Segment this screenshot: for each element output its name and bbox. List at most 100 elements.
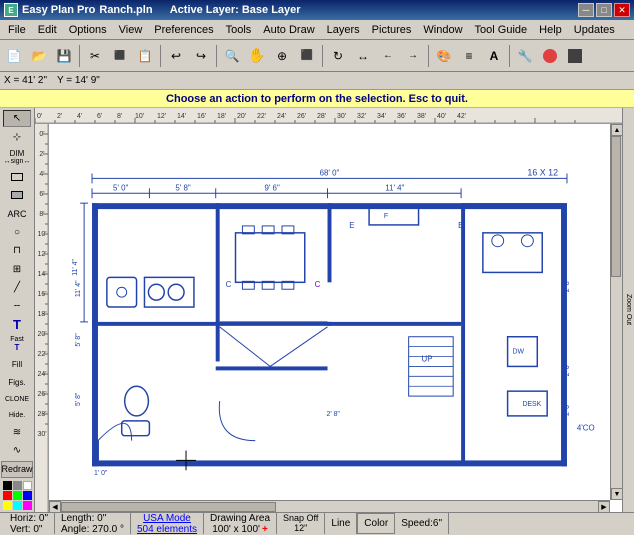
menu-toolguide[interactable]: Tool Guide <box>469 22 534 38</box>
tb-node[interactable]: ⬛ <box>295 44 319 68</box>
title-bar: E Easy Plan Pro Ranch.pln Active Layer: … <box>0 0 634 20</box>
zoom-label: Zoom Out <box>625 294 632 325</box>
tool-text[interactable]: T <box>3 316 31 333</box>
menu-options[interactable]: Options <box>63 22 113 38</box>
tb-pattern[interactable]: ≡ <box>457 44 481 68</box>
svg-text:18': 18' <box>217 113 226 120</box>
tool-fill[interactable]: Fill <box>3 356 31 373</box>
tool-hatch[interactable]: ≋ <box>3 424 31 441</box>
scroll-h-track[interactable] <box>61 502 598 512</box>
color-yellow[interactable] <box>3 501 12 510</box>
tb-save[interactable]: 💾 <box>52 44 76 68</box>
tb-select[interactable]: ⊕ <box>270 44 294 68</box>
tb-color[interactable]: 🎨 <box>432 44 456 68</box>
svg-text:5' 8": 5' 8" <box>75 333 82 347</box>
tool-hide[interactable]: Hide. <box>3 408 31 423</box>
zoom-sidebar[interactable]: Zoom Out <box>622 108 634 512</box>
status-horiz: Horiz: 0" <box>10 513 48 524</box>
tool-freehand[interactable]: ∿ <box>3 442 31 459</box>
tool-line[interactable]: ╱ <box>3 279 31 296</box>
hint-message: Choose an action to perform on the selec… <box>166 93 468 105</box>
tool-select-arrow[interactable]: ↖ <box>3 110 31 127</box>
tool-circle[interactable]: ○ <box>3 224 31 241</box>
tb-left[interactable]: ← <box>376 44 400 68</box>
status-usa-mode[interactable]: USA Mode 504 elements <box>131 513 204 534</box>
svg-text:E: E <box>349 221 354 230</box>
scroll-v-track[interactable] <box>611 136 621 488</box>
file-name: Ranch.pln <box>99 4 152 16</box>
tb-text[interactable]: A <box>482 44 506 68</box>
tool-rect-open[interactable] <box>3 168 31 185</box>
tb-pan[interactable]: ✋ <box>245 44 269 68</box>
color-green[interactable] <box>13 491 22 500</box>
menu-edit[interactable]: Edit <box>32 22 63 38</box>
color-gray[interactable] <box>13 481 22 490</box>
tb-new[interactable]: 📄 <box>2 44 26 68</box>
menu-tools[interactable]: Tools <box>220 22 258 38</box>
tb-grid[interactable] <box>563 44 587 68</box>
scroll-left-button[interactable]: ◀ <box>49 501 61 513</box>
menu-layers[interactable]: Layers <box>321 22 366 38</box>
close-button[interactable]: ✕ <box>614 3 630 17</box>
tool-dim[interactable]: DIM↔sign↔ <box>3 147 31 167</box>
scroll-down-button[interactable]: ▼ <box>611 488 622 500</box>
svg-text:16 X 12: 16 X 12 <box>527 167 558 177</box>
color-white[interactable] <box>23 481 32 490</box>
tb-flip[interactable]: ↔ <box>351 44 375 68</box>
drawing-canvas[interactable]: 68' 0" 5' 0" 5' 8" 9' 6" 11' 4" <box>49 124 610 500</box>
scroll-up-button[interactable]: ▲ <box>611 124 622 136</box>
tool-dashed-line[interactable]: ╌ <box>3 297 31 314</box>
tool-fast-text[interactable]: FastT <box>3 334 31 354</box>
tb-cut[interactable]: ✂ <box>83 44 107 68</box>
menu-view[interactable]: View <box>113 22 149 38</box>
snap-size: 12" <box>294 523 307 533</box>
tb-rotate[interactable]: ↻ <box>326 44 350 68</box>
scroll-h-thumb[interactable] <box>61 502 276 512</box>
tb-snap[interactable] <box>538 44 562 68</box>
menu-window[interactable]: Window <box>417 22 468 38</box>
tool-window[interactable]: ⊞ <box>3 260 31 277</box>
tool-figs[interactable]: Figs. <box>3 374 31 391</box>
minimize-button[interactable]: ─ <box>578 3 594 17</box>
tool-redraw[interactable]: Redraw <box>1 461 33 478</box>
hint-bar: Choose an action to perform on the selec… <box>0 90 634 108</box>
menu-autodraw[interactable]: Auto Draw <box>257 22 320 38</box>
tool-rect-solid[interactable] <box>3 187 31 204</box>
tb-settings[interactable]: 🔧 <box>513 44 537 68</box>
canvas-area[interactable]: 0' 2' 4' 6' 8' 10' 12' 14' 16' 18' 20' 2… <box>35 108 622 512</box>
color-black[interactable] <box>3 481 12 490</box>
svg-text:4'CO: 4'CO <box>577 424 595 433</box>
tb-redo[interactable]: ↪ <box>189 44 213 68</box>
tool-select-cross[interactable]: ⊹ <box>3 128 31 145</box>
tool-arc[interactable]: ARC <box>3 205 31 222</box>
menu-updates[interactable]: Updates <box>568 22 621 38</box>
tb-zoom[interactable]: 🔍 <box>220 44 244 68</box>
floor-plan-svg: 68' 0" 5' 0" 5' 8" 9' 6" 11' 4" <box>49 124 610 500</box>
tool-clone[interactable]: CLONE <box>3 392 31 407</box>
tool-door[interactable]: ⊓ <box>3 242 31 259</box>
vertical-scrollbar[interactable]: ▲ ▼ <box>610 124 622 500</box>
tb-right[interactable]: → <box>401 44 425 68</box>
maximize-button[interactable]: □ <box>596 3 612 17</box>
svg-text:42': 42' <box>457 113 466 120</box>
menu-help[interactable]: Help <box>533 22 568 38</box>
tb-paste[interactable]: 📋 <box>133 44 157 68</box>
color-red[interactable] <box>3 491 12 500</box>
color-grid <box>3 481 32 510</box>
horizontal-scrollbar[interactable]: ◀ ▶ <box>49 500 610 512</box>
color-blue[interactable] <box>23 491 32 500</box>
svg-text:2': 2' <box>57 113 62 120</box>
menu-pictures[interactable]: Pictures <box>366 22 418 38</box>
tb-undo[interactable]: ↩ <box>164 44 188 68</box>
status-color-btn[interactable]: Color <box>357 513 395 534</box>
scroll-right-button[interactable]: ▶ <box>598 501 610 513</box>
color-magenta[interactable] <box>23 501 32 510</box>
menu-preferences[interactable]: Preferences <box>148 22 219 38</box>
tb-copy[interactable]: ⬛ <box>108 44 132 68</box>
scroll-v-thumb[interactable] <box>611 136 621 277</box>
svg-text:10': 10' <box>135 113 144 120</box>
speed-label: Speed: <box>401 518 433 529</box>
tb-open[interactable]: 📂 <box>27 44 51 68</box>
color-cyan[interactable] <box>13 501 22 510</box>
menu-file[interactable]: File <box>2 22 32 38</box>
